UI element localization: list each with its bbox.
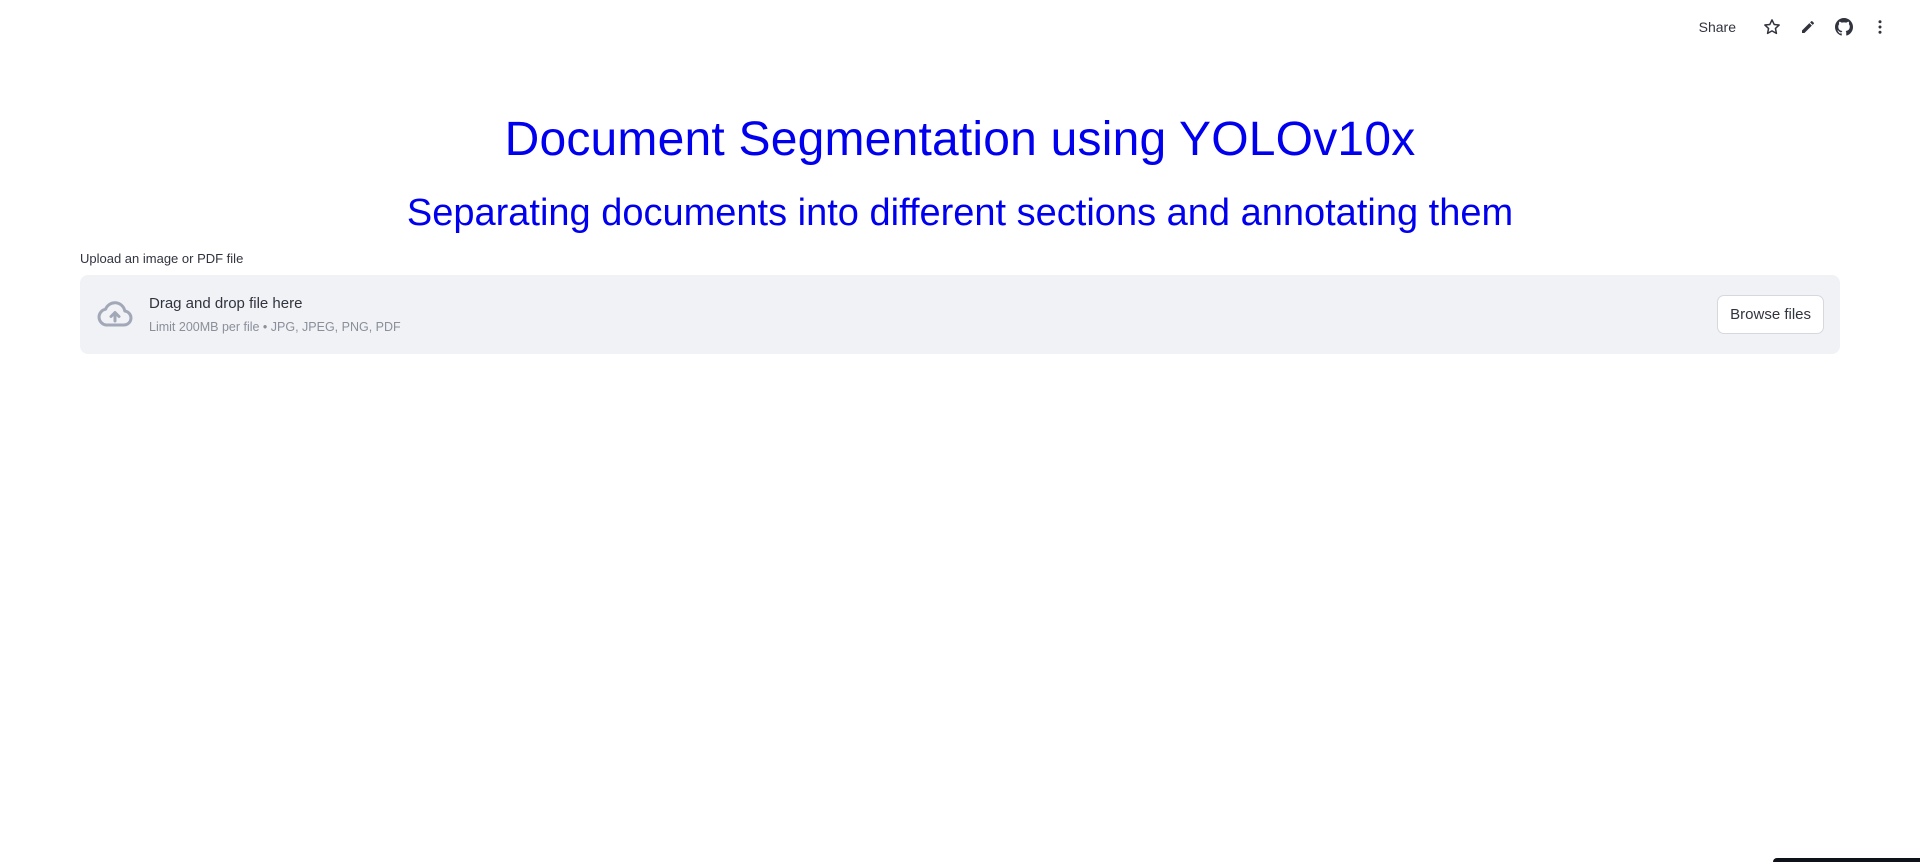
cloud-upload-icon [95, 295, 135, 335]
file-dropzone[interactable]: Drag and drop file here Limit 200MB per … [80, 275, 1840, 354]
page-subtitle: Separating documents into different sect… [406, 192, 1514, 234]
uploader-label: Upload an image or PDF file [80, 251, 244, 266]
dropzone-text: Drag and drop file here Limit 200MB per … [149, 295, 401, 334]
github-icon[interactable] [1826, 12, 1862, 42]
pencil-icon[interactable] [1790, 12, 1826, 42]
dropzone-instructions: Drag and drop file here [149, 295, 303, 312]
app-page: Share Document Segmentation using YOLOv1… [0, 0, 1920, 862]
header-toolbar: Share [1689, 12, 1898, 42]
page-title: Document Segmentation using YOLOv10x [504, 113, 1416, 166]
more-vertical-icon[interactable] [1862, 12, 1898, 42]
star-icon[interactable] [1754, 12, 1790, 42]
file-limit-note: Limit 200MB per file • JPG, JPEG, PNG, P… [149, 320, 401, 334]
browse-files-button[interactable]: Browse files [1717, 295, 1824, 334]
corner-badge[interactable] [1773, 858, 1920, 862]
share-button[interactable]: Share [1689, 13, 1746, 41]
